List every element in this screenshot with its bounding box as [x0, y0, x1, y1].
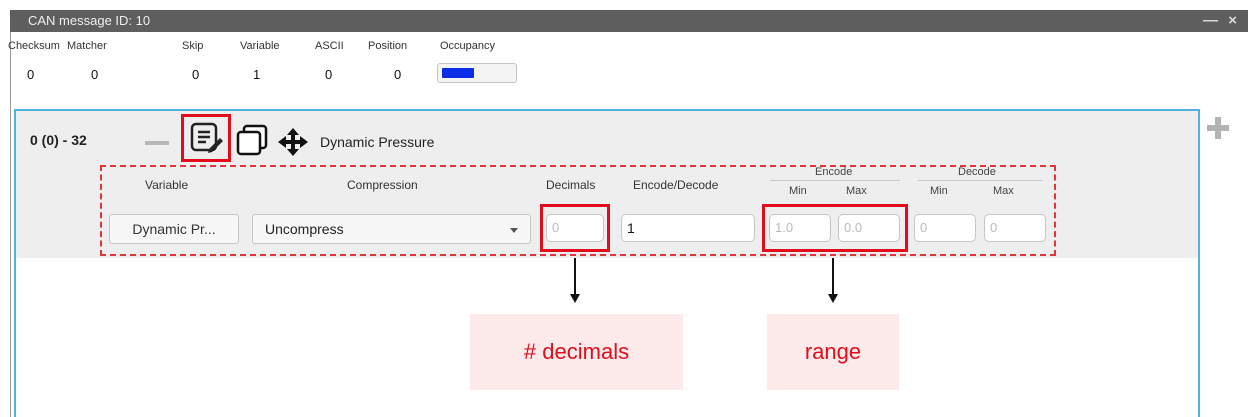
decimals-column-header: Decimals [546, 178, 596, 192]
checksum-value: 0 [27, 67, 35, 82]
window-title: CAN message ID: 10 [28, 13, 151, 28]
range-arrow [832, 258, 834, 296]
skip-value: 0 [192, 67, 200, 82]
remove-field-icon[interactable] [145, 141, 169, 145]
matcher-value: 0 [91, 67, 99, 82]
encode-min-input[interactable]: 1.0 [769, 214, 831, 242]
decode-group-header: Decode [958, 166, 996, 178]
decode-min-header: Min [930, 185, 948, 197]
matcher-label: Matcher [67, 40, 107, 52]
decode-min-input[interactable]: 0 [914, 214, 976, 242]
checksum-label: Checksum [8, 40, 60, 52]
encode-max-header: Max [846, 185, 867, 197]
encode-max-input[interactable]: 0.0 [838, 214, 900, 242]
occupancy-fill [442, 68, 474, 78]
variable-button[interactable]: Dynamic Pr... [109, 214, 239, 244]
ascii-label: ASCII [315, 40, 344, 52]
variable-column-header: Variable [145, 178, 189, 192]
decode-divider [918, 180, 1043, 181]
position-label: Position [368, 40, 408, 52]
encode-min-header: Min [789, 185, 807, 197]
position-value: 0 [394, 67, 402, 82]
edit-list-icon[interactable] [190, 122, 224, 154]
encode-divider [770, 180, 900, 181]
encode-group-header: Encode [815, 166, 853, 178]
ascii-value: 0 [325, 67, 333, 82]
decimals-arrow-head [570, 294, 580, 303]
variable-count-label: Variable [240, 40, 280, 52]
encode-decode-input[interactable]: 1 [621, 214, 755, 242]
compression-column-header: Compression [347, 178, 418, 192]
range-arrow-head [828, 294, 838, 303]
move-icon[interactable] [277, 127, 309, 157]
occupancy-label: Occupancy [440, 40, 496, 52]
decimals-input[interactable]: 0 [546, 214, 604, 242]
encode-decode-column-header: Encode/Decode [633, 178, 719, 192]
field-name-label: Dynamic Pressure [320, 134, 435, 150]
variable-count-value: 1 [253, 67, 261, 82]
decimals-callout: # decimals [470, 314, 683, 390]
decode-max-header: Max [993, 185, 1014, 197]
decode-max-input[interactable]: 0 [984, 214, 1046, 242]
window-controls[interactable]: — × [1203, 12, 1240, 29]
copy-icon[interactable] [236, 124, 270, 156]
range-callout: range [767, 314, 899, 390]
window-frame [10, 32, 11, 417]
compression-value: Uncompress [265, 221, 344, 237]
add-field-icon[interactable] [1207, 117, 1229, 139]
occupancy-bar [437, 63, 517, 83]
field-id: 0 (0) - 32 [30, 132, 87, 148]
window-titlebar: CAN message ID: 10 — × [10, 10, 1248, 32]
skip-label: Skip [182, 40, 204, 52]
compression-select[interactable]: Uncompress [252, 214, 531, 244]
chevron-down-icon [510, 228, 518, 233]
decimals-arrow [574, 258, 576, 296]
